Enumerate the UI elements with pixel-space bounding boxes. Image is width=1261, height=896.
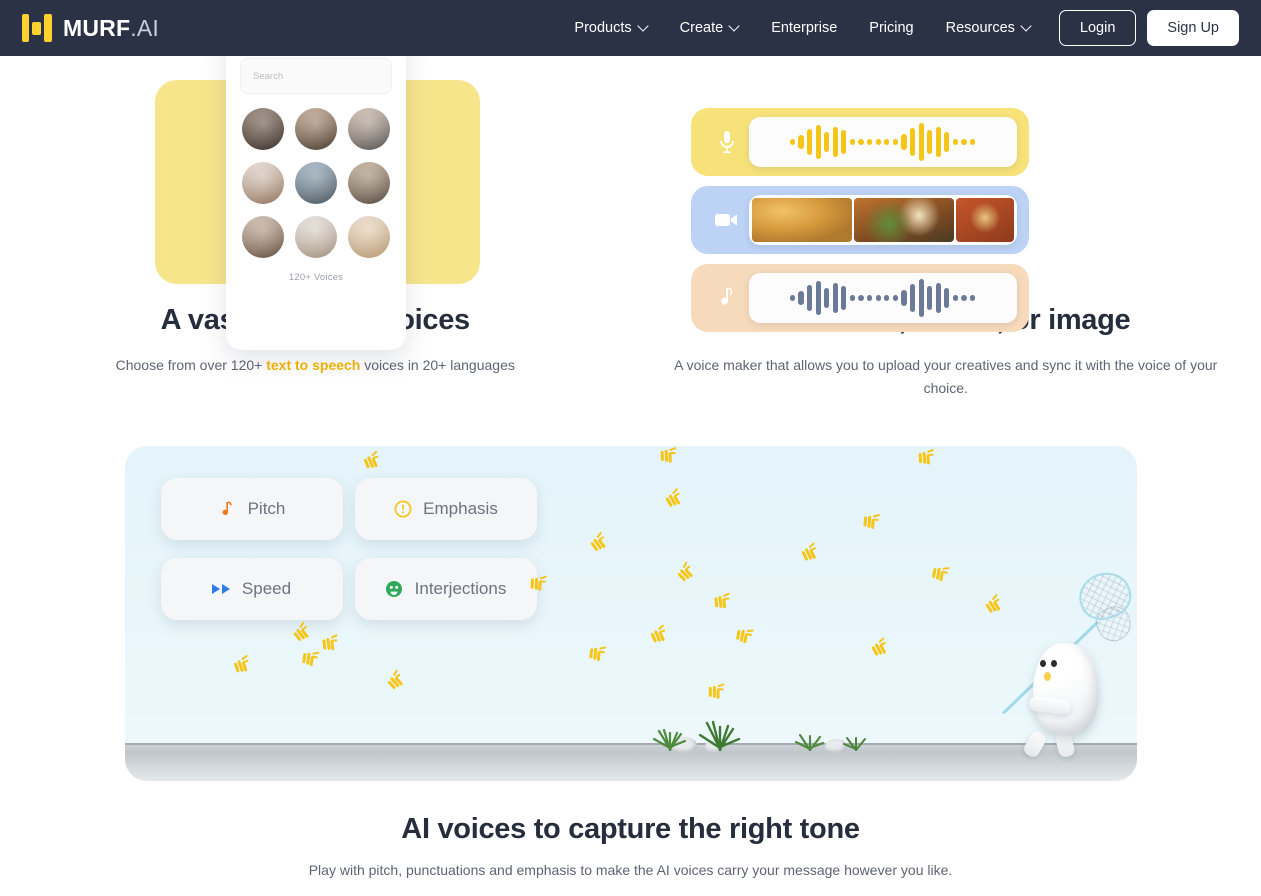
nav-item-create[interactable]: Create (664, 12, 756, 44)
nav-item-pricing[interactable]: Pricing (853, 12, 929, 44)
avatar-grid (240, 108, 392, 258)
tone-body: Play with pitch, punctuations and emphas… (308, 862, 953, 879)
chevron-down-icon (730, 22, 739, 31)
avatar[interactable] (294, 216, 337, 258)
mascot-body (1032, 643, 1099, 736)
media-body: A voice maker that allows you to upload … (674, 357, 1218, 397)
media-tracks-illustration (631, 56, 1261, 332)
track-music (690, 264, 1029, 332)
avatar[interactable] (348, 216, 391, 258)
avatar[interactable] (348, 108, 391, 150)
avatar[interactable] (241, 162, 284, 204)
voices-body-suffix: voices in 20+ languages (360, 357, 515, 373)
flying-m-mark (362, 450, 380, 470)
nav-item-resources[interactable]: Resources (930, 12, 1047, 44)
pill-label-speed: Speed (241, 579, 292, 599)
main-content: Search 120+ Voices A vast voices Choose … (0, 26, 1261, 878)
avatar[interactable] (241, 216, 284, 258)
signup-button[interactable]: Sign Up (1147, 10, 1239, 46)
nav-label-resources: Resources (945, 20, 1015, 36)
pill-interjections[interactable]: Interjections (354, 558, 537, 621)
tone-panel-wrapper: Pitch Emphasis Speed Interjections (0, 446, 1261, 782)
video-thumbnail (955, 198, 1014, 242)
grass-tuft (794, 734, 824, 752)
voices-illustration: Search 120+ Voices (0, 26, 631, 350)
music-note-icon (705, 286, 749, 310)
pill-speed[interactable]: Speed (160, 558, 343, 621)
pill-label-pitch: Pitch (247, 499, 286, 519)
video-camera-icon (705, 212, 749, 228)
ground-surface (124, 743, 1137, 782)
waveform-yellow (789, 117, 976, 167)
feature-columns: Search 120+ Voices A vast voices Choose … (0, 26, 1261, 400)
nav-item-enterprise[interactable]: Enterprise (755, 12, 853, 44)
tone-caption: AI voices to capture the right tone Play… (0, 813, 1261, 878)
search-input[interactable]: Search (240, 58, 392, 94)
mascot-character (1001, 566, 1137, 760)
text-to-speech-link[interactable]: text to speech (266, 357, 360, 373)
grass-tuft (842, 737, 866, 752)
track-video (690, 186, 1029, 254)
chevron-down-icon (639, 22, 648, 31)
voices-body-prefix: Choose from over 120+ (115, 357, 267, 373)
mascot-leg (1021, 728, 1048, 760)
main-navigation: Products Create Enterprise Pricing Resou… (558, 10, 1239, 46)
tone-heading: AI voices to capture the right tone (401, 813, 860, 846)
nav-label-create: Create (679, 20, 724, 36)
video-thumbnails-container (748, 195, 1017, 245)
nav-label-pricing: Pricing (869, 20, 914, 36)
nav-label-enterprise: Enterprise (771, 20, 838, 36)
voice-library-card: Search 120+ Voices (226, 26, 406, 350)
feature-column-media: Add video, music, or image A voice maker… (631, 56, 1261, 400)
fast-forward-icon (211, 580, 231, 599)
voices-body: Choose from over 120+ text to speech voi… (40, 354, 591, 377)
grass-tuft (698, 720, 740, 752)
video-thumbnail (853, 198, 954, 242)
murf-logo[interactable]: MURF.AI (22, 13, 159, 43)
nav-label-products: Products (574, 20, 632, 36)
mascot-beak (1043, 672, 1051, 682)
mascot-eye (1039, 660, 1046, 668)
pill-label-emphasis: Emphasis (423, 499, 498, 519)
site-header: MURF.AI Products Create Enterprise Prici… (0, 0, 1261, 56)
track-audio (690, 108, 1029, 176)
avatar[interactable] (294, 162, 337, 204)
tone-controls: Pitch Emphasis Speed Interjections (160, 478, 537, 621)
flying-m-mark (320, 634, 338, 652)
pill-label-interjections: Interjections (414, 579, 507, 599)
nav-item-products[interactable]: Products (558, 12, 663, 44)
feature-column-voices: Search 120+ Voices A vast voices Choose … (0, 26, 631, 400)
logo-suffix: .AI (130, 14, 159, 41)
music-waveform-container (748, 273, 1017, 323)
microphone-icon (705, 130, 749, 154)
avatar[interactable] (348, 162, 391, 204)
flying-m-mark (915, 448, 934, 467)
avatar[interactable] (294, 108, 337, 150)
waveform-gray (789, 273, 976, 323)
search-placeholder: Search (253, 70, 284, 82)
music-note-icon (218, 500, 237, 519)
avatar[interactable] (241, 108, 284, 150)
pill-pitch[interactable]: Pitch (160, 478, 343, 541)
grass-tuft (652, 729, 686, 752)
login-button[interactable]: Login (1058, 10, 1137, 46)
tone-illustration-panel: Pitch Emphasis Speed Interjections (124, 446, 1137, 782)
pill-emphasis[interactable]: Emphasis (354, 478, 537, 541)
flying-m-mark (648, 624, 666, 645)
voices-count-label: 120+ Voices (288, 272, 344, 283)
murf-logo-icon (22, 13, 52, 43)
flying-m-mark (232, 654, 249, 674)
smiley-face-icon (385, 580, 404, 599)
mascot-eye (1050, 660, 1057, 668)
logo-name: MURF (63, 14, 131, 41)
audio-waveform-container (748, 117, 1017, 167)
exclamation-circle-icon (393, 500, 412, 519)
chevron-down-icon (1022, 22, 1031, 31)
logo-wordmark: MURF.AI (63, 15, 159, 42)
video-thumbnail (751, 198, 852, 242)
flying-m-mark (712, 592, 730, 610)
thumbnail-strip (749, 195, 1017, 245)
